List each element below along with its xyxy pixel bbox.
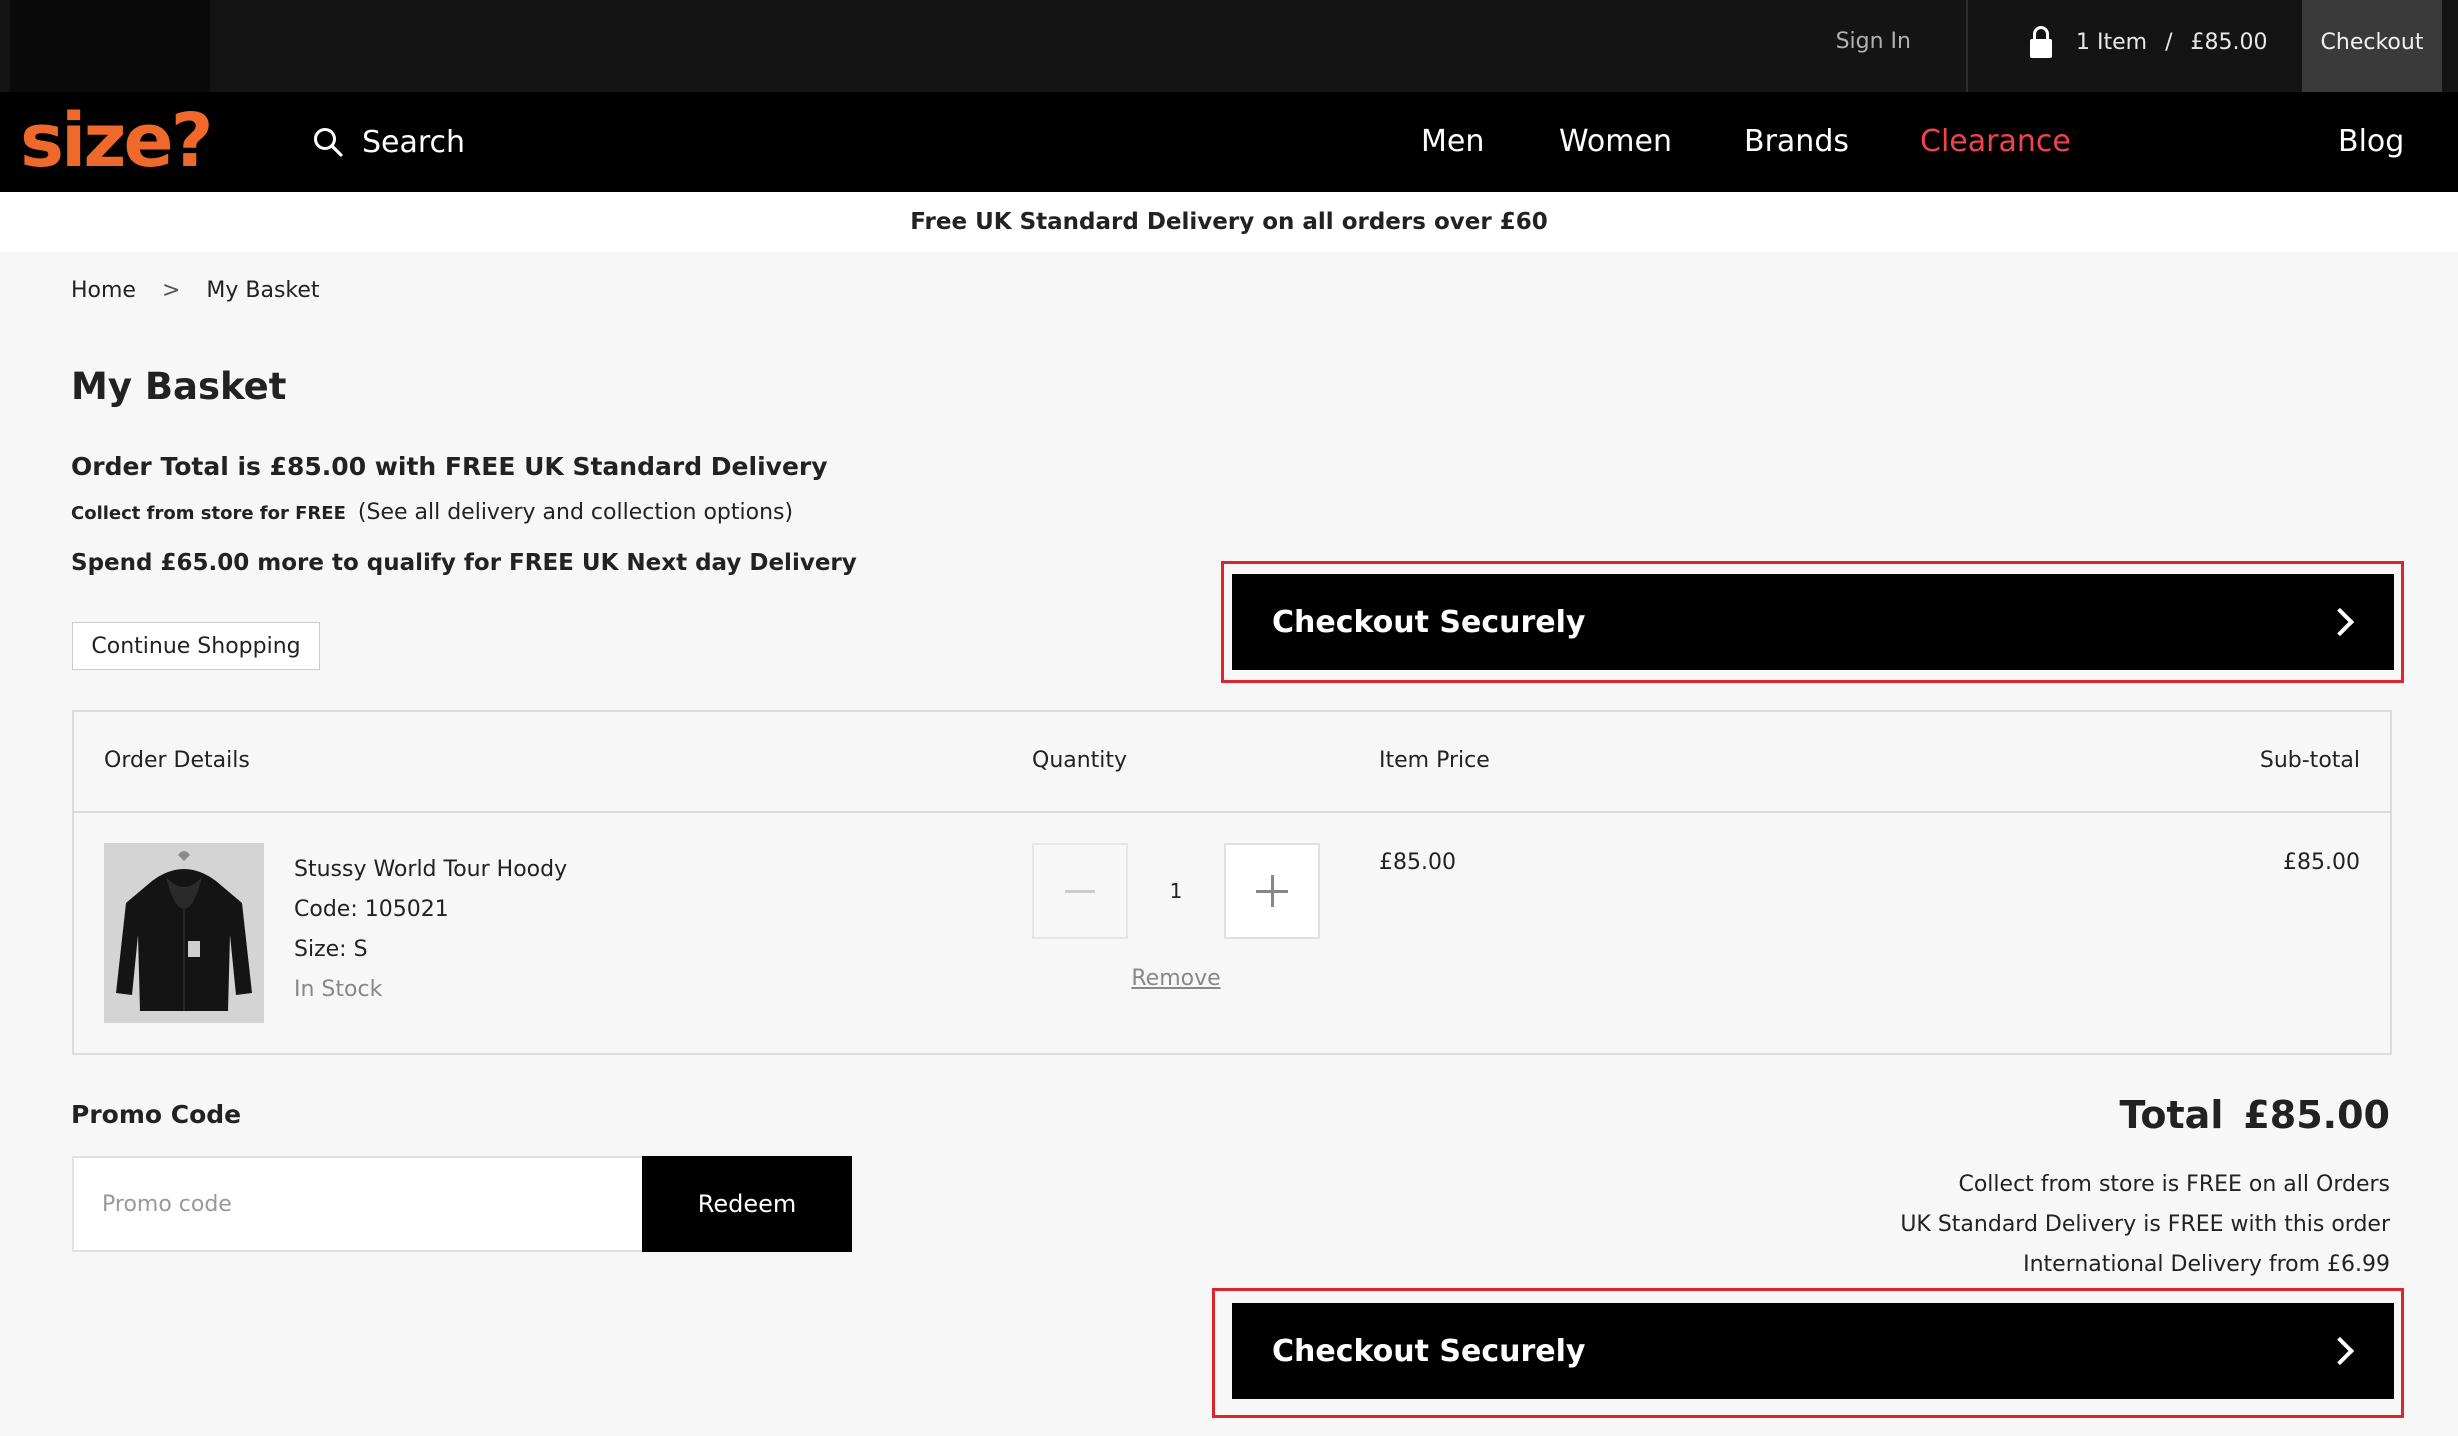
quantity-value: 1: [1169, 879, 1183, 903]
item-subtotal: £85.00: [2283, 850, 2360, 875]
cart-separator: /: [2165, 29, 2173, 55]
next-day-threshold-message: Spend £65.00 more to qualify for FREE UK…: [71, 550, 857, 576]
collect-from-store-line: Collect from store for FREE (See all del…: [71, 500, 793, 525]
breadcrumb-home[interactable]: Home: [71, 278, 136, 303]
search-icon: [314, 128, 343, 157]
checkout-securely-button-bottom[interactable]: Checkout Securely: [1232, 1303, 2394, 1399]
delivery-options-link[interactable]: (See all delivery and collection options…: [358, 500, 793, 525]
promo-code-label: Promo Code: [71, 1100, 242, 1129]
redeem-button[interactable]: Redeem: [642, 1156, 852, 1252]
nav-men[interactable]: Men: [1421, 92, 1484, 192]
nav-brands[interactable]: Brands: [1744, 92, 1849, 192]
cart-count: 1 Item: [2076, 29, 2148, 55]
checkout-securely-label: Checkout Securely: [1272, 1333, 1586, 1369]
product-code: Code: 105021: [294, 897, 449, 922]
cart-total: £85.00: [2190, 29, 2268, 55]
top-checkout-button[interactable]: Checkout: [2302, 0, 2442, 92]
header-item-price: Item Price: [1379, 748, 1490, 773]
quantity-decrease-button[interactable]: [1032, 843, 1128, 939]
page-title: My Basket: [71, 365, 287, 408]
mini-basket-link[interactable]: 1 Item / £85.00: [2030, 0, 2267, 92]
item-price: £85.00: [1379, 850, 1456, 875]
checkout-securely-button-top[interactable]: Checkout Securely: [1232, 574, 2394, 670]
header-subtotal: Sub-total: [2259, 748, 2360, 773]
total-value: £85.00: [2243, 1093, 2390, 1137]
top-bar-logo-block: [10, 0, 210, 92]
breadcrumb: Home > My Basket: [71, 278, 320, 303]
order-total-summary: Order Total is £85.00 with FREE UK Stand…: [71, 452, 828, 481]
stock-status: In Stock: [294, 977, 383, 1002]
delivery-note: International Delivery from £6.99: [2023, 1252, 2390, 1277]
site-logo[interactable]: size?: [20, 98, 214, 184]
delivery-note: Collect from store is FREE on all Orders: [1958, 1172, 2390, 1197]
breadcrumb-current: My Basket: [206, 278, 320, 303]
table-header: Order Details Quantity Item Price Sub-to…: [74, 712, 2390, 813]
basket-total: Total £85.00: [2120, 1093, 2390, 1137]
hoodie-image: [104, 843, 264, 1023]
basket-table: Order Details Quantity Item Price Sub-to…: [72, 710, 2392, 1055]
delivery-notes: Collect from store is FREE on all Orders…: [1900, 1165, 2390, 1285]
product-info: Stussy World Tour Hoody Code: 105021 Siz…: [294, 850, 567, 1010]
total-label: Total: [2119, 1093, 2224, 1137]
minus-icon: [1065, 889, 1095, 893]
lock-icon: [2030, 26, 2052, 58]
collect-from-store-text: Collect from store for FREE: [71, 503, 346, 524]
continue-shopping-button[interactable]: Continue Shopping: [72, 622, 320, 670]
nav-clearance[interactable]: Clearance: [1920, 92, 2071, 192]
delivery-note: UK Standard Delivery is FREE with this o…: [1900, 1212, 2390, 1237]
delivery-banner[interactable]: Free UK Standard Delivery on all orders …: [0, 192, 2458, 252]
product-name[interactable]: Stussy World Tour Hoody: [294, 850, 567, 890]
chevron-right-icon: [2325, 607, 2355, 637]
remove-item-link[interactable]: Remove: [1128, 966, 1224, 991]
checkout-securely-label: Checkout Securely: [1272, 604, 1586, 640]
top-bar-divider: [1966, 0, 1968, 92]
promo-code-input[interactable]: Promo code: [72, 1156, 642, 1252]
product-size: Size: S: [294, 937, 368, 962]
breadcrumb-separator: >: [161, 278, 181, 303]
header-quantity: Quantity: [1032, 748, 1128, 773]
nav-women[interactable]: Women: [1559, 92, 1672, 192]
quantity-increase-button[interactable]: [1224, 843, 1320, 939]
search-button[interactable]: Search: [312, 92, 465, 192]
product-thumbnail[interactable]: [104, 843, 264, 1023]
header-order-details: Order Details: [104, 748, 250, 773]
search-label: Search: [362, 124, 466, 160]
chevron-right-icon: [2325, 1336, 2355, 1366]
nav-blog[interactable]: Blog: [2338, 92, 2404, 192]
sign-in-link[interactable]: Sign In: [1836, 0, 1911, 92]
